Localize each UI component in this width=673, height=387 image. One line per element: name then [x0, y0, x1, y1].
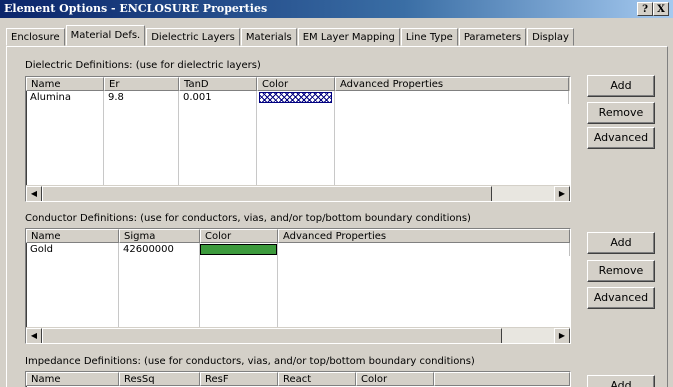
tab-em-layer-mapping[interactable]: EM Layer Mapping	[297, 28, 400, 46]
impedance-header: Name ResSq ResF React Color	[26, 372, 570, 386]
col-name[interactable]: Name	[26, 372, 119, 386]
tab-line-type[interactable]: Line Type	[400, 28, 458, 46]
col-name[interactable]: Name	[26, 77, 104, 91]
dielectric-remove-button[interactable]: Remove	[587, 102, 655, 124]
table-row[interactable]: Alumina 9.8 0.001	[26, 91, 570, 104]
col-er[interactable]: Er	[104, 77, 179, 91]
tab-materials[interactable]: Materials	[240, 28, 297, 46]
conductor-remove-button[interactable]: Remove	[587, 260, 655, 282]
cell-color[interactable]	[257, 91, 335, 104]
dielectric-header: Name Er TanD Color Advanced Properties	[26, 77, 570, 91]
conductor-advanced-button[interactable]: Advanced	[587, 287, 655, 309]
cell-advanced	[335, 91, 569, 104]
col-color[interactable]: Color	[257, 77, 335, 91]
cell-sigma: 42600000	[119, 243, 200, 256]
col-react[interactable]: React	[278, 372, 356, 386]
col-sigma[interactable]: Sigma	[119, 229, 200, 243]
cell-advanced	[278, 243, 570, 256]
help-button[interactable]: ?	[637, 2, 653, 16]
cell-color[interactable]	[200, 243, 278, 256]
dielectric-add-button[interactable]: Add	[587, 75, 655, 97]
cell-name: Alumina	[26, 91, 104, 104]
material-defs-panel: Dielectric Definitions: (use for dielect…	[6, 46, 668, 387]
tab-dielectric-layers[interactable]: Dielectric Layers	[146, 28, 240, 46]
col-name[interactable]: Name	[26, 229, 119, 243]
right-arrow-icon[interactable]: ▶	[554, 328, 570, 343]
left-arrow-icon[interactable]: ◀	[26, 186, 42, 201]
dielectric-advanced-button[interactable]: Advanced	[587, 127, 655, 149]
col-empty[interactable]	[434, 372, 570, 386]
dielectric-list[interactable]: Name Er TanD Color Advanced Properties A…	[25, 76, 571, 202]
title-bar: Element Options - ENCLOSURE Properties ?…	[0, 0, 673, 18]
dielectric-hscrollbar[interactable]: ◀ ▶	[26, 185, 570, 201]
window-title: Element Options - ENCLOSURE Properties	[4, 2, 268, 15]
col-advanced-properties[interactable]: Advanced Properties	[335, 77, 569, 91]
scroll-thumb[interactable]	[42, 328, 502, 343]
cell-name: Gold	[26, 243, 119, 256]
dielectric-label: Dielectric Definitions: (use for dielect…	[25, 60, 261, 71]
color-swatch[interactable]	[259, 92, 332, 103]
close-button[interactable]: X	[653, 2, 669, 16]
right-arrow-icon[interactable]: ▶	[554, 186, 570, 201]
col-color[interactable]: Color	[356, 372, 434, 386]
conductor-add-button[interactable]: Add	[587, 232, 655, 254]
col-advanced-properties[interactable]: Advanced Properties	[278, 229, 570, 243]
table-row[interactable]: Gold 42600000	[26, 243, 570, 256]
conductor-label: Conductor Definitions: (use for conducto…	[25, 213, 471, 224]
cell-tand: 0.001	[179, 91, 257, 104]
conductor-hscrollbar[interactable]: ◀ ▶	[26, 327, 570, 343]
tab-material-defs[interactable]: Material Defs.	[65, 25, 146, 46]
impedance-add-button[interactable]: Add	[587, 375, 655, 387]
color-swatch[interactable]	[200, 244, 277, 255]
left-arrow-icon[interactable]: ◀	[26, 328, 42, 343]
col-ressq[interactable]: ResSq	[119, 372, 200, 386]
col-tand[interactable]: TanD	[179, 77, 257, 91]
scroll-thumb[interactable]	[42, 186, 492, 201]
conductor-list[interactable]: Name Sigma Color Advanced Properties Gol…	[25, 228, 571, 344]
conductor-header: Name Sigma Color Advanced Properties	[26, 229, 570, 243]
tab-strip: Enclosure Material Defs. Dielectric Laye…	[6, 25, 575, 46]
impedance-list[interactable]: Name ResSq ResF React Color	[25, 371, 571, 387]
col-color[interactable]: Color	[200, 229, 278, 243]
tab-display[interactable]: Display	[527, 28, 574, 46]
impedance-label: Impedance Definitions: (use for conducto…	[25, 356, 475, 367]
col-resf[interactable]: ResF	[200, 372, 278, 386]
tab-enclosure[interactable]: Enclosure	[6, 28, 65, 46]
cell-er: 9.8	[104, 91, 179, 104]
tab-parameters[interactable]: Parameters	[458, 28, 527, 46]
